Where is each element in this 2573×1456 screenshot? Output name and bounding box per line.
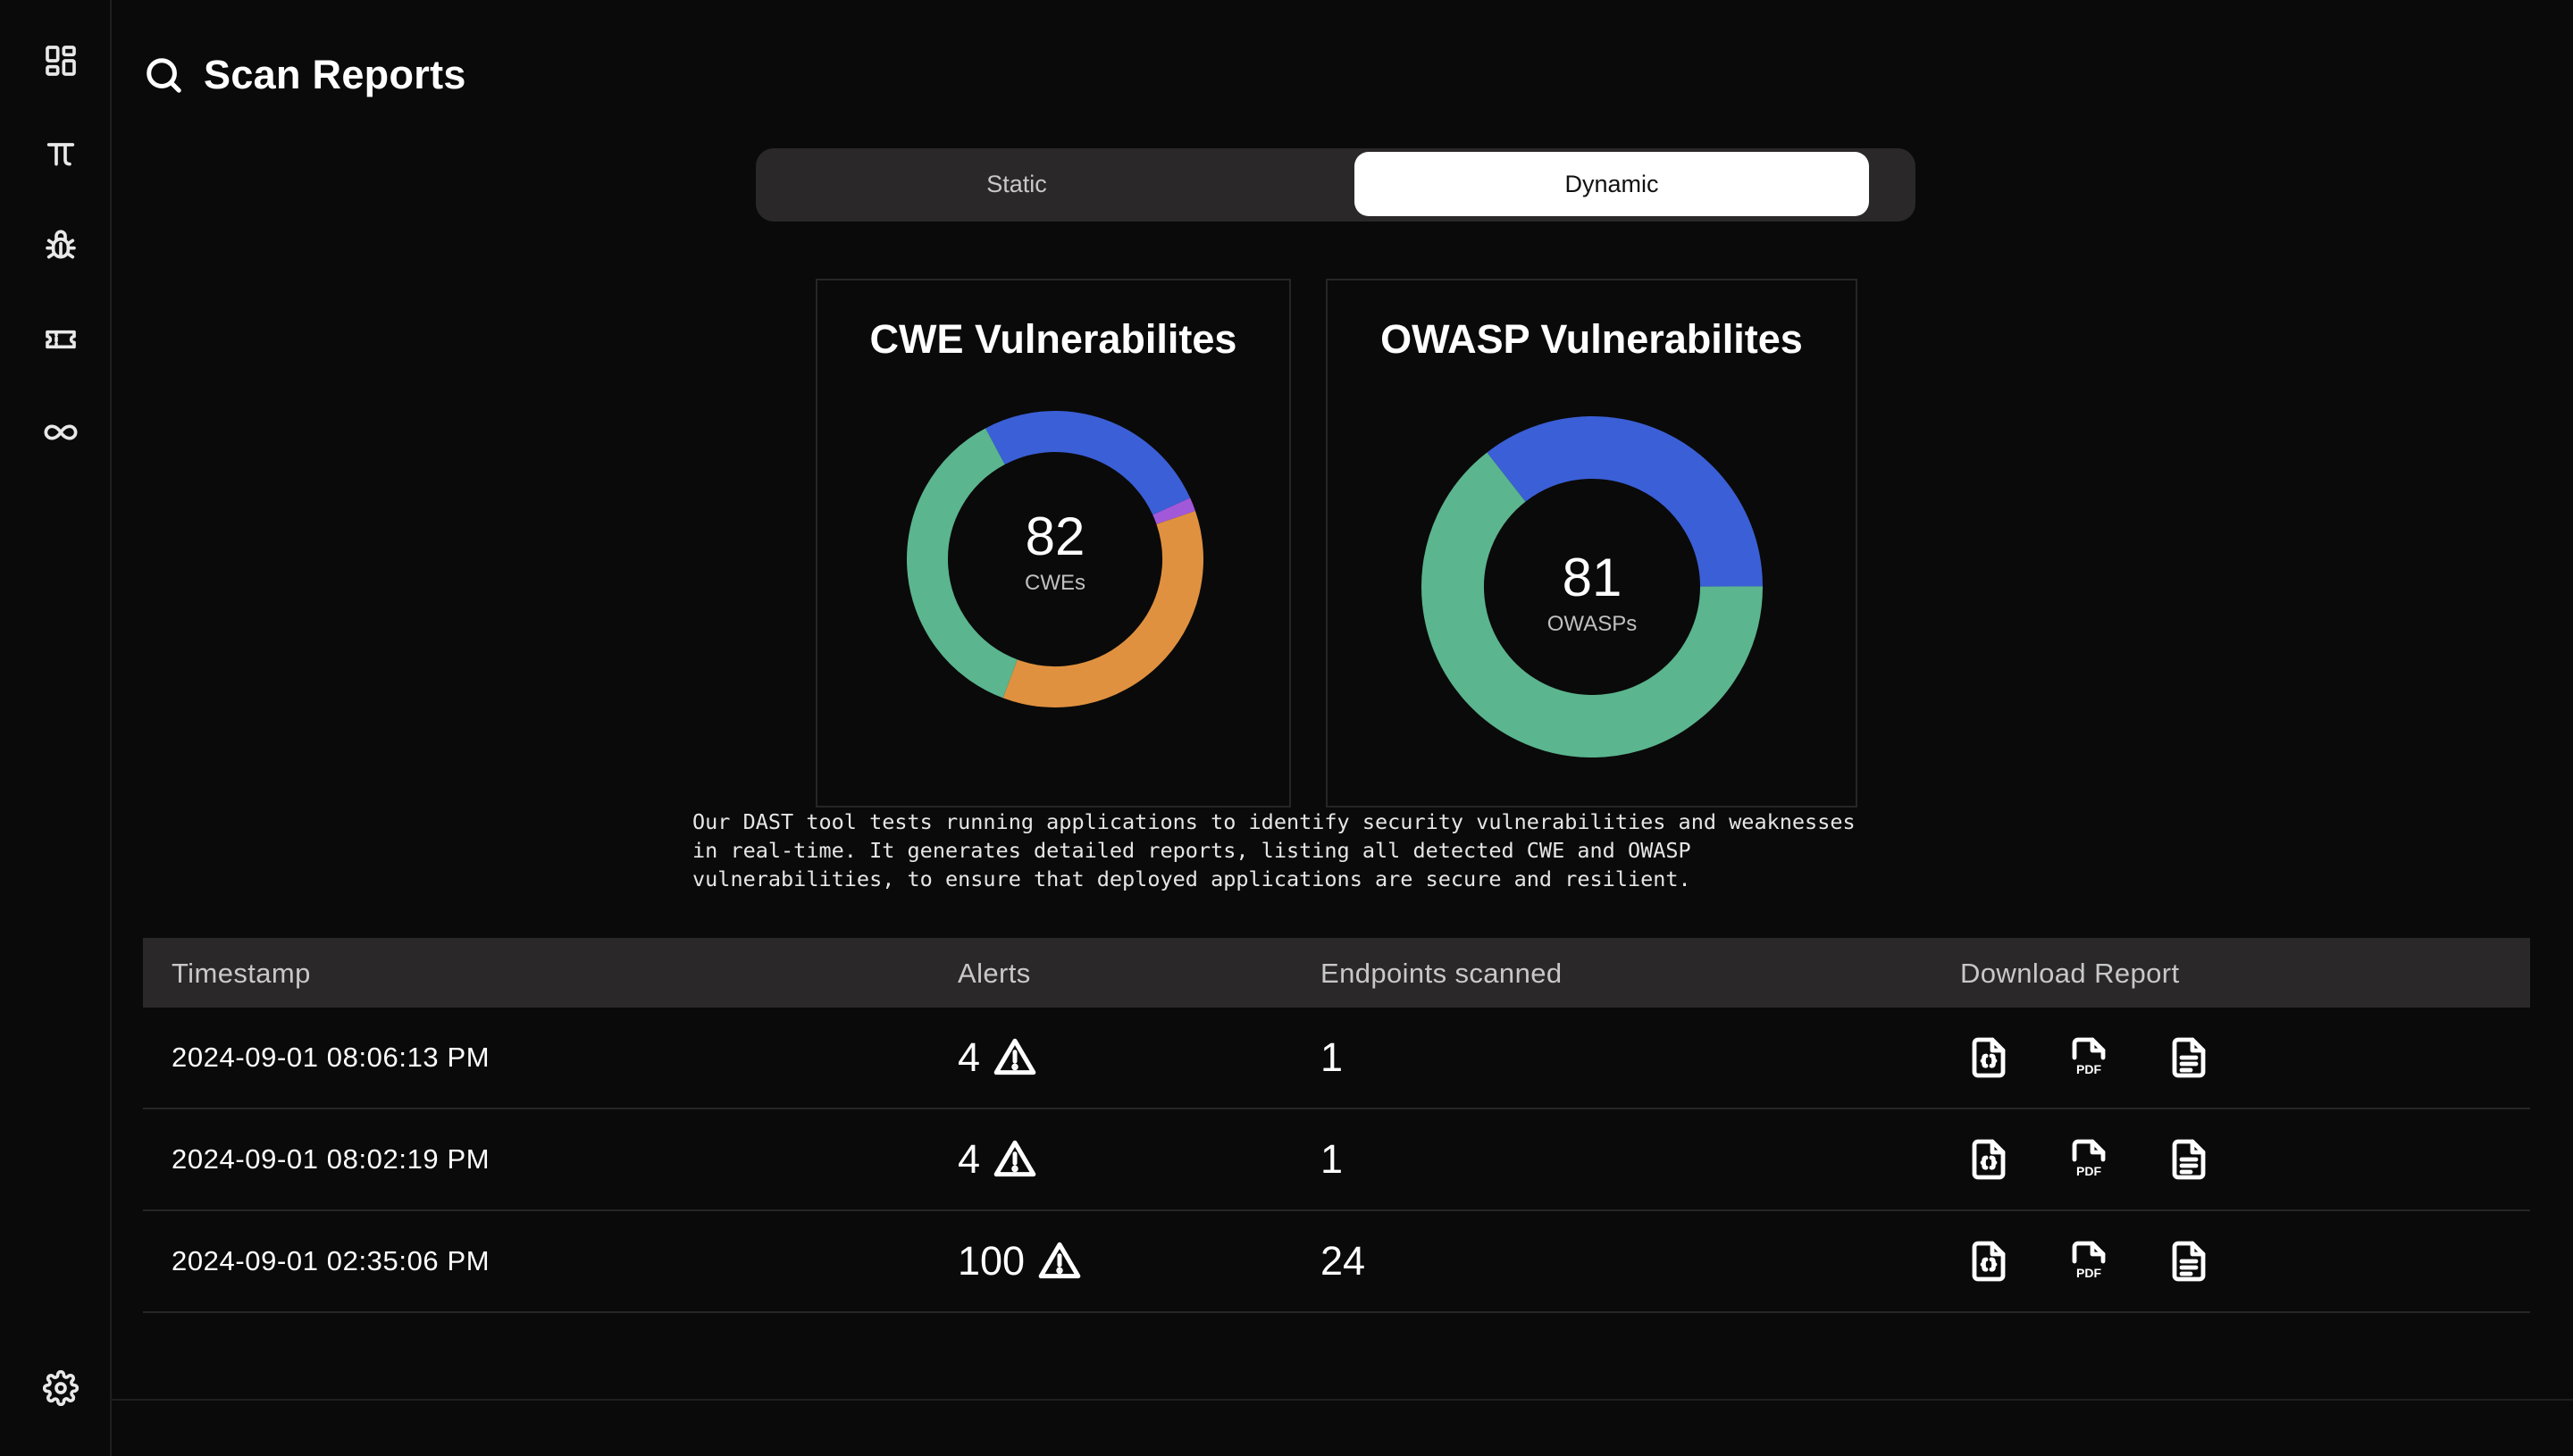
cwe-card-title: CWE Vulnerabilites xyxy=(869,316,1237,362)
table-row: 2024-09-01 02:35:06 PM 100 24 PDF xyxy=(143,1211,2530,1313)
row-timestamp: 2024-09-01 08:02:19 PM xyxy=(172,1109,490,1209)
ticket-icon[interactable] xyxy=(38,316,84,363)
cwe-card: CWE Vulnerabilites 82 CWEs xyxy=(816,279,1291,807)
owasp-card: OWASP Vulnerabilites 81 OWASPs xyxy=(1326,279,1857,807)
infinity-icon[interactable] xyxy=(38,409,84,456)
row-endpoints: 24 xyxy=(1320,1211,1365,1311)
svg-text:PDF: PDF xyxy=(2076,1062,2101,1076)
row-alerts-count: 4 xyxy=(958,1136,981,1182)
header-alerts: Alerts xyxy=(958,958,1031,989)
bug-icon[interactable] xyxy=(38,223,84,270)
warning-icon xyxy=(993,1038,1036,1075)
row-alerts-count: 4 xyxy=(958,1034,981,1080)
row-alerts-count: 100 xyxy=(958,1238,1026,1284)
warning-icon xyxy=(1038,1242,1081,1279)
owasp-unit-label: OWASPs xyxy=(1546,612,1638,636)
svg-text:PDF: PDF xyxy=(2076,1164,2101,1178)
row-endpoints: 1 xyxy=(1320,1109,1343,1209)
text-file-icon[interactable] xyxy=(2166,1136,2212,1183)
row-endpoints-count: 1 xyxy=(1320,1136,1344,1182)
row-timestamp-text: 2024-09-01 08:02:19 PM xyxy=(172,1143,490,1175)
dashboard-icon[interactable] xyxy=(38,38,84,84)
cwe-unit-label: CWEs xyxy=(1025,571,1085,595)
reports-table: Timestamp Alerts Endpoints scanned Downl… xyxy=(143,938,2530,1313)
gear-icon[interactable] xyxy=(38,1365,84,1411)
pdf-file-icon[interactable]: PDF xyxy=(2066,1136,2112,1183)
row-endpoints-count: 1 xyxy=(1320,1034,1344,1080)
text-file-icon[interactable] xyxy=(2166,1034,2212,1081)
tab-dynamic[interactable]: Dynamic xyxy=(1354,152,1869,216)
header-download: Download Report xyxy=(1960,958,2180,989)
page-header: Scan Reports xyxy=(143,52,466,98)
row-endpoints: 1 xyxy=(1320,1008,1343,1108)
pi-icon[interactable] xyxy=(38,130,84,177)
tab-static[interactable]: Static xyxy=(759,152,1274,216)
tool-description: Our DAST tool tests running applications… xyxy=(692,809,1856,891)
warning-icon xyxy=(993,1140,1036,1177)
row-alerts: 4 xyxy=(958,1109,1037,1209)
row-downloads: PDF xyxy=(1965,1008,2212,1108)
footer-divider xyxy=(112,1399,2573,1401)
svg-text:PDF: PDF xyxy=(2076,1266,2101,1280)
table-header: Timestamp Alerts Endpoints scanned Downl… xyxy=(143,938,2530,1008)
header-endpoints: Endpoints scanned xyxy=(1320,958,1563,989)
text-file-icon[interactable] xyxy=(2166,1238,2212,1284)
row-endpoints-count: 24 xyxy=(1320,1238,1366,1284)
json-file-icon[interactable] xyxy=(1965,1034,2012,1081)
row-alerts: 100 xyxy=(958,1211,1082,1311)
row-alerts: 4 xyxy=(958,1008,1037,1108)
row-timestamp-text: 2024-09-01 02:35:06 PM xyxy=(172,1245,490,1276)
row-downloads: PDF xyxy=(1965,1109,2212,1209)
json-file-icon[interactable] xyxy=(1965,1136,2012,1183)
owasp-card-title: OWASP Vulnerabilites xyxy=(1380,316,1803,362)
search-icon xyxy=(147,58,181,93)
json-file-icon[interactable] xyxy=(1965,1238,2012,1284)
owasp-total: 81 xyxy=(1562,548,1622,607)
row-timestamp: 2024-09-01 02:35:06 PM xyxy=(172,1211,490,1311)
cwe-total: 82 xyxy=(1025,506,1085,566)
header-timestamp: Timestamp xyxy=(172,958,311,989)
row-downloads: PDF xyxy=(1965,1211,2212,1311)
page-title: Scan Reports xyxy=(204,52,466,97)
sidebar xyxy=(0,0,112,1456)
scan-type-toggle: Static Dynamic xyxy=(756,148,1915,222)
row-timestamp-text: 2024-09-01 08:06:13 PM xyxy=(172,1042,490,1073)
pdf-file-icon[interactable]: PDF xyxy=(2066,1034,2112,1081)
row-timestamp: 2024-09-01 08:06:13 PM xyxy=(172,1008,490,1108)
table-row: 2024-09-01 08:02:19 PM 4 1 PDF xyxy=(143,1109,2530,1211)
table-row: 2024-09-01 08:06:13 PM 4 1 PDF xyxy=(143,1008,2530,1109)
pdf-file-icon[interactable]: PDF xyxy=(2066,1238,2112,1284)
